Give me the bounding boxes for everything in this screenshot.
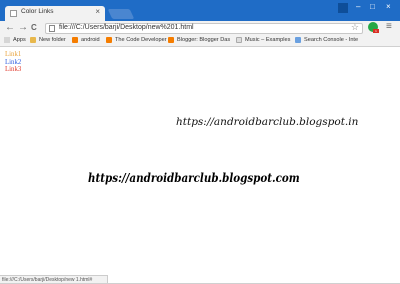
bookmarks-bar: Apps New folder android The Code Develop… [0,36,400,47]
page-icon [49,25,55,32]
tab-title: Color Links [21,8,54,15]
minimize-button[interactable]: – [356,2,360,11]
bookmark-star-icon[interactable]: ☆ [351,22,359,33]
bookmark-apps[interactable]: Apps [4,37,26,43]
link-3[interactable]: Link3 [5,66,21,74]
page-icon [236,37,242,43]
blogger-icon [168,37,174,43]
bookmark-android[interactable]: android [72,37,100,43]
bookmark-label: New folder [39,37,66,43]
bookmark-label: android [81,37,100,43]
title-bar: Color Links × – □ × [0,0,400,21]
bookmark-search-console[interactable]: Search Console - Inte [295,37,358,43]
watermark-url-large: https://androidbarclub.blogspot.com [88,171,300,185]
address-bar[interactable]: file:///C:/Users/barji/Desktop/new%201.h… [45,22,363,34]
watermark-url-small: https://androidbarclub.blogspot.in [176,116,359,128]
toolbar: ← → C file:///C:/Users/barji/Desktop/new… [0,21,400,36]
blogger-icon [72,37,78,43]
bookmark-new-folder[interactable]: New folder [30,37,66,43]
forward-button[interactable]: → [18,22,28,33]
close-window-button[interactable]: × [386,2,391,11]
color-links: Link1 Link2 Link3 [5,51,21,74]
page-content: Link1 Link2 Link3 https://androidbarclub… [0,47,400,276]
reload-button[interactable]: C [31,23,37,32]
bookmark-label: The Code Developer [115,37,167,43]
bookmark-blogger-dashboard[interactable]: Blogger: Blogger Das [168,37,230,43]
bookmark-music-examples[interactable]: Music – Examples [236,37,290,43]
tab-close-icon[interactable]: × [95,7,100,16]
folder-icon [30,37,36,43]
maximize-button[interactable]: □ [370,2,375,11]
url-text[interactable]: file:///C:/Users/barji/Desktop/new%201.h… [59,24,194,31]
new-tab-button[interactable] [107,9,135,19]
extension-badge: 1 [373,29,379,33]
menu-icon[interactable]: ≡ [386,21,392,32]
back-button[interactable]: ← [5,22,15,33]
bookmark-label: Apps [13,37,26,43]
link-2[interactable]: Link2 [5,59,21,67]
link-1[interactable]: Link1 [5,51,21,59]
tab-color-links[interactable]: Color Links × [5,6,105,21]
bookmark-the-code-developer[interactable]: The Code Developer [106,37,167,43]
apps-icon [4,37,10,43]
page-icon [10,10,17,17]
search-console-icon [295,37,301,43]
bookmark-label: Music – Examples [245,37,291,43]
bookmark-label: Blogger: Blogger Das [177,37,231,43]
blogger-icon [106,37,112,43]
profile-icon[interactable] [338,3,348,13]
bookmark-label: Search Console - Inte [304,37,359,43]
